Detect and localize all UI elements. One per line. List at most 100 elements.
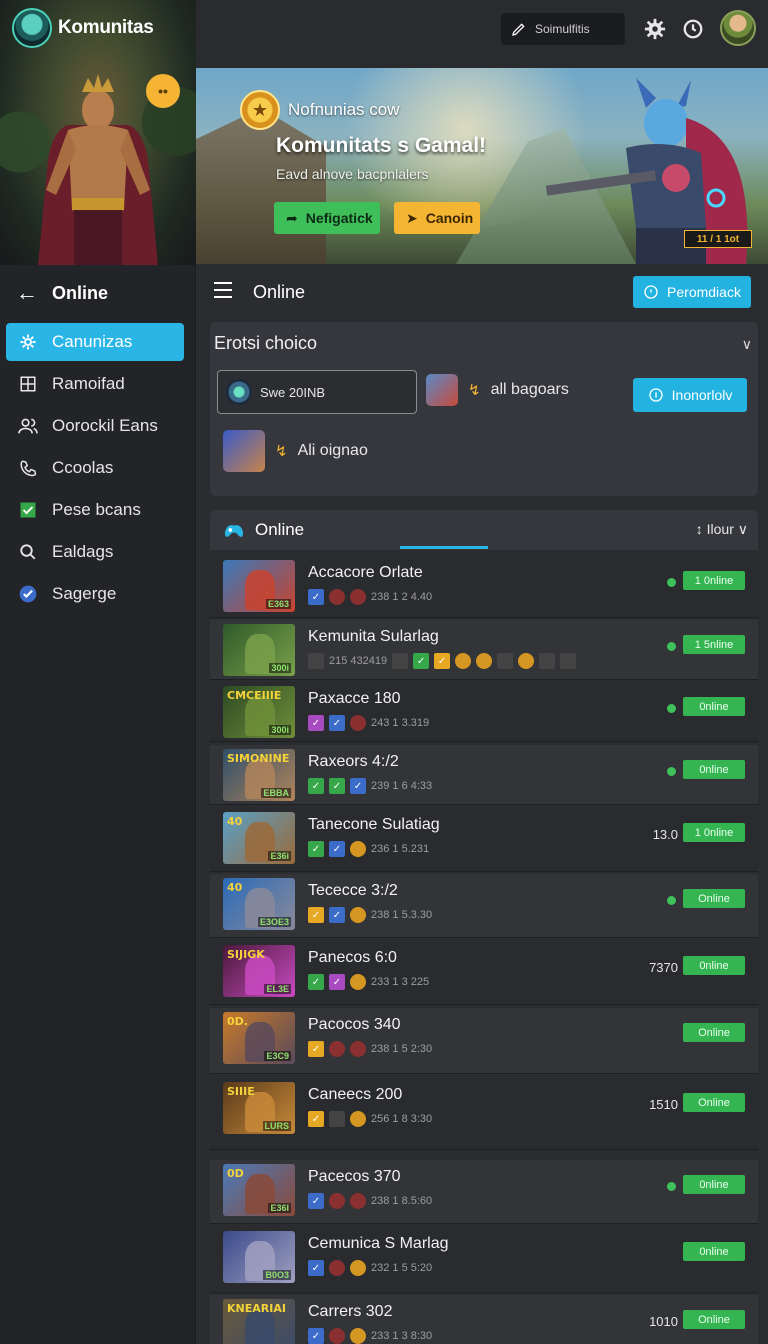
game-meta: ✓ 238 1 2 4.40 bbox=[308, 589, 432, 605]
banner-secondary-button[interactable]: ➤ Canoin bbox=[394, 202, 480, 234]
game-row[interactable]: 300i Kemunita Sularlag 215 432419 ✓ ✓ 1 5nlin… bbox=[210, 620, 758, 680]
sidebar-nav: Canunizas Ramoifad Oorockil Eans Ccoolas bbox=[6, 323, 184, 617]
sidebar-item-pese-bcans[interactable]: Pese bcans bbox=[6, 491, 184, 529]
info-circle-icon bbox=[644, 285, 658, 299]
hero-banner: ★ Nofnunias cow Komunitats s Gamal! Eavd… bbox=[196, 68, 768, 264]
chevron-down-icon[interactable]: ∨ bbox=[742, 336, 752, 353]
game-row[interactable]: SIMONINE EBBA Raxeors 4:/2 ✓ ✓ ✓ 239 1 6 4:33 0… bbox=[210, 745, 758, 805]
settings-gear-icon[interactable] bbox=[640, 14, 670, 44]
thumbnail-tag: E3OE3 bbox=[257, 917, 291, 927]
badge-icon bbox=[329, 1328, 345, 1344]
thumbnail-tag: E36i bbox=[268, 851, 291, 861]
sidebar-back[interactable]: ← Online bbox=[16, 280, 108, 306]
game-row[interactable]: SIJIGK EL3E Panecos 6:0 ✓ ✓ 233 1 3 225 7370 0n… bbox=[210, 941, 758, 1005]
game-thumbnail: 40 E36i bbox=[223, 812, 295, 864]
badge-icon: ✓ bbox=[308, 1111, 324, 1127]
game-row[interactable]: 0D E36I Pacecos 370 ✓ 238 1 8.5:60 0nline bbox=[210, 1160, 758, 1224]
user-avatar[interactable] bbox=[720, 10, 756, 46]
badge-icon bbox=[350, 907, 366, 923]
sidebar-item-label: Pese bcans bbox=[52, 500, 141, 519]
gear-icon bbox=[18, 332, 38, 352]
game-meta: ✓ ✓ 243 1 3.319 bbox=[308, 715, 429, 731]
thumbnail-title: 40 bbox=[227, 815, 243, 828]
game-thumbnail: SIMONINE EBBA bbox=[223, 749, 295, 801]
game-meta: ✓ ✓ 233 1 3 225 bbox=[308, 974, 429, 990]
game-thumbnail: 0D E36I bbox=[223, 1164, 295, 1216]
game-row[interactable]: E363 Accacore Orlate ✓ 238 1 2 4.40 1 0nline bbox=[210, 556, 758, 618]
status-badge: Online bbox=[683, 1093, 745, 1112]
filter-option-1-label: all bagoars bbox=[490, 381, 569, 398]
status-badge: 1 5nline bbox=[683, 635, 745, 654]
game-row[interactable]: CMCEIIIE 300i Paxacce 180 ✓ ✓ 243 1 3.319 0nli… bbox=[210, 682, 758, 742]
banner-secondary-label: Canoin bbox=[425, 210, 474, 226]
section-header: Online Peromdiack bbox=[196, 264, 768, 322]
game-meta-text: 256 1 8 3:30 bbox=[371, 1113, 433, 1125]
badge-icon bbox=[539, 653, 556, 669]
game-meta: ✓ 232 1 5 5:20 bbox=[308, 1260, 432, 1276]
chat-bubble-icon[interactable]: •• bbox=[146, 74, 180, 108]
game-name: Kemunita Sularlag bbox=[308, 628, 439, 645]
badge-icon bbox=[329, 589, 345, 605]
clock-icon[interactable] bbox=[678, 14, 708, 44]
sidebar-item-sagerge[interactable]: Sagerge bbox=[6, 575, 184, 613]
trophy-badge-icon: ★ bbox=[240, 90, 280, 130]
thumbnail-tag: EL3E bbox=[264, 984, 291, 994]
badge-icon: ✓ bbox=[308, 1041, 324, 1057]
phone-icon bbox=[18, 458, 38, 478]
game-meta: ✓ 256 1 8 3:30 bbox=[308, 1111, 432, 1127]
game-row[interactable]: 0D. E3C9 Pacocos 340 ✓ 238 1 5 2:30 Online bbox=[210, 1008, 758, 1074]
player-count: 1510 bbox=[649, 1097, 678, 1112]
filter-select[interactable]: Swe 20INB bbox=[217, 370, 417, 414]
badge-icon bbox=[497, 653, 514, 669]
game-row[interactable]: 40 E36i Tanecone Sulatiag ✓ ✓ 236 1 5.231 13.0… bbox=[210, 808, 758, 872]
badge-icon: ✓ bbox=[308, 907, 324, 923]
brand[interactable]: Komunitas bbox=[12, 8, 154, 48]
game-meta: ✓ ✓ 236 1 5.231 bbox=[308, 841, 429, 857]
permission-button[interactable]: Peromdiack bbox=[633, 276, 751, 308]
online-dot-icon bbox=[667, 1182, 676, 1191]
thumbnail-title: 0D. bbox=[227, 1015, 248, 1028]
sidebar-back-label: Online bbox=[52, 282, 109, 303]
filter-action-button[interactable]: Inonorlolv bbox=[633, 378, 747, 412]
filter-option-2[interactable]: ↯ Ali oignao bbox=[223, 430, 368, 472]
game-name: Carrers 302 bbox=[308, 1303, 393, 1320]
sidebar-item-ccoolas[interactable]: Ccoolas bbox=[6, 449, 184, 487]
game-row[interactable]: SIIIE LURS Caneecs 200 ✓ 256 1 8 3:30 1510 Onl… bbox=[210, 1078, 758, 1150]
filter-option-1[interactable]: ↯ all bagoars bbox=[426, 374, 569, 406]
sort-dropdown[interactable]: ↕ Ilour ∨ bbox=[696, 521, 748, 538]
hamburger-menu-icon[interactable] bbox=[214, 282, 232, 303]
hero-character-image bbox=[38, 74, 158, 265]
thumbnail-title: 0D bbox=[227, 1167, 244, 1180]
arrow-left-icon: ← bbox=[16, 280, 38, 305]
sidebar-item-ramoifad[interactable]: Ramoifad bbox=[6, 365, 184, 403]
game-row[interactable]: 40 E3OE3 Tececce 3:/2 ✓ ✓ 238 1 5.3.30 Online bbox=[210, 874, 758, 938]
sidebar-item-canunizas[interactable]: Canunizas bbox=[6, 323, 184, 361]
game-meta-text: 233 1 3 8:30 bbox=[371, 1330, 433, 1342]
check-box-icon bbox=[18, 500, 38, 520]
sidebar-item-ealdags[interactable]: Ealdags bbox=[6, 533, 184, 571]
badge-icon: ✓ bbox=[329, 841, 345, 857]
badge-icon: ✓ bbox=[308, 974, 324, 990]
thumbnail-tag: 300i bbox=[269, 663, 291, 673]
game-name: Panecos 6:0 bbox=[308, 949, 397, 966]
game-row[interactable]: KNEARIAI Carrers 302 ✓ 233 1 3 8:30 1010 Onli… bbox=[210, 1295, 758, 1344]
badge-icon: ✓ bbox=[308, 778, 324, 794]
users-icon bbox=[18, 416, 38, 436]
sidebar-item-oorockil-eans[interactable]: Oorockil Eans bbox=[6, 407, 184, 445]
badge-icon bbox=[350, 841, 366, 857]
thumbnail-tag: E3C9 bbox=[264, 1051, 291, 1061]
online-dot-icon bbox=[667, 896, 676, 905]
badge-icon bbox=[560, 653, 577, 669]
banner-primary-button[interactable]: ➦ Nefigatick bbox=[274, 202, 380, 234]
status-badge: 0nline bbox=[683, 760, 745, 779]
topbar-search-button[interactable]: Soimulfitis bbox=[501, 13, 625, 45]
online-dot-icon bbox=[667, 704, 676, 713]
sidebar-item-label: Sagerge bbox=[52, 584, 117, 603]
game-row[interactable]: B0O3 Cemunica S Marlag ✓ 232 1 5 5:20 0nline bbox=[210, 1227, 758, 1293]
game-thumbnail: CMCEIIIE 300i bbox=[223, 686, 295, 738]
game-meta-text: 215 432419 bbox=[329, 655, 388, 667]
status-badge: 1 0nline bbox=[683, 571, 745, 590]
app-root: Komunitas •• ← Online Canunizas Ramoifad bbox=[0, 0, 768, 1344]
badge-icon bbox=[350, 715, 366, 731]
game-thumbnail: KNEARIAI bbox=[223, 1299, 295, 1344]
